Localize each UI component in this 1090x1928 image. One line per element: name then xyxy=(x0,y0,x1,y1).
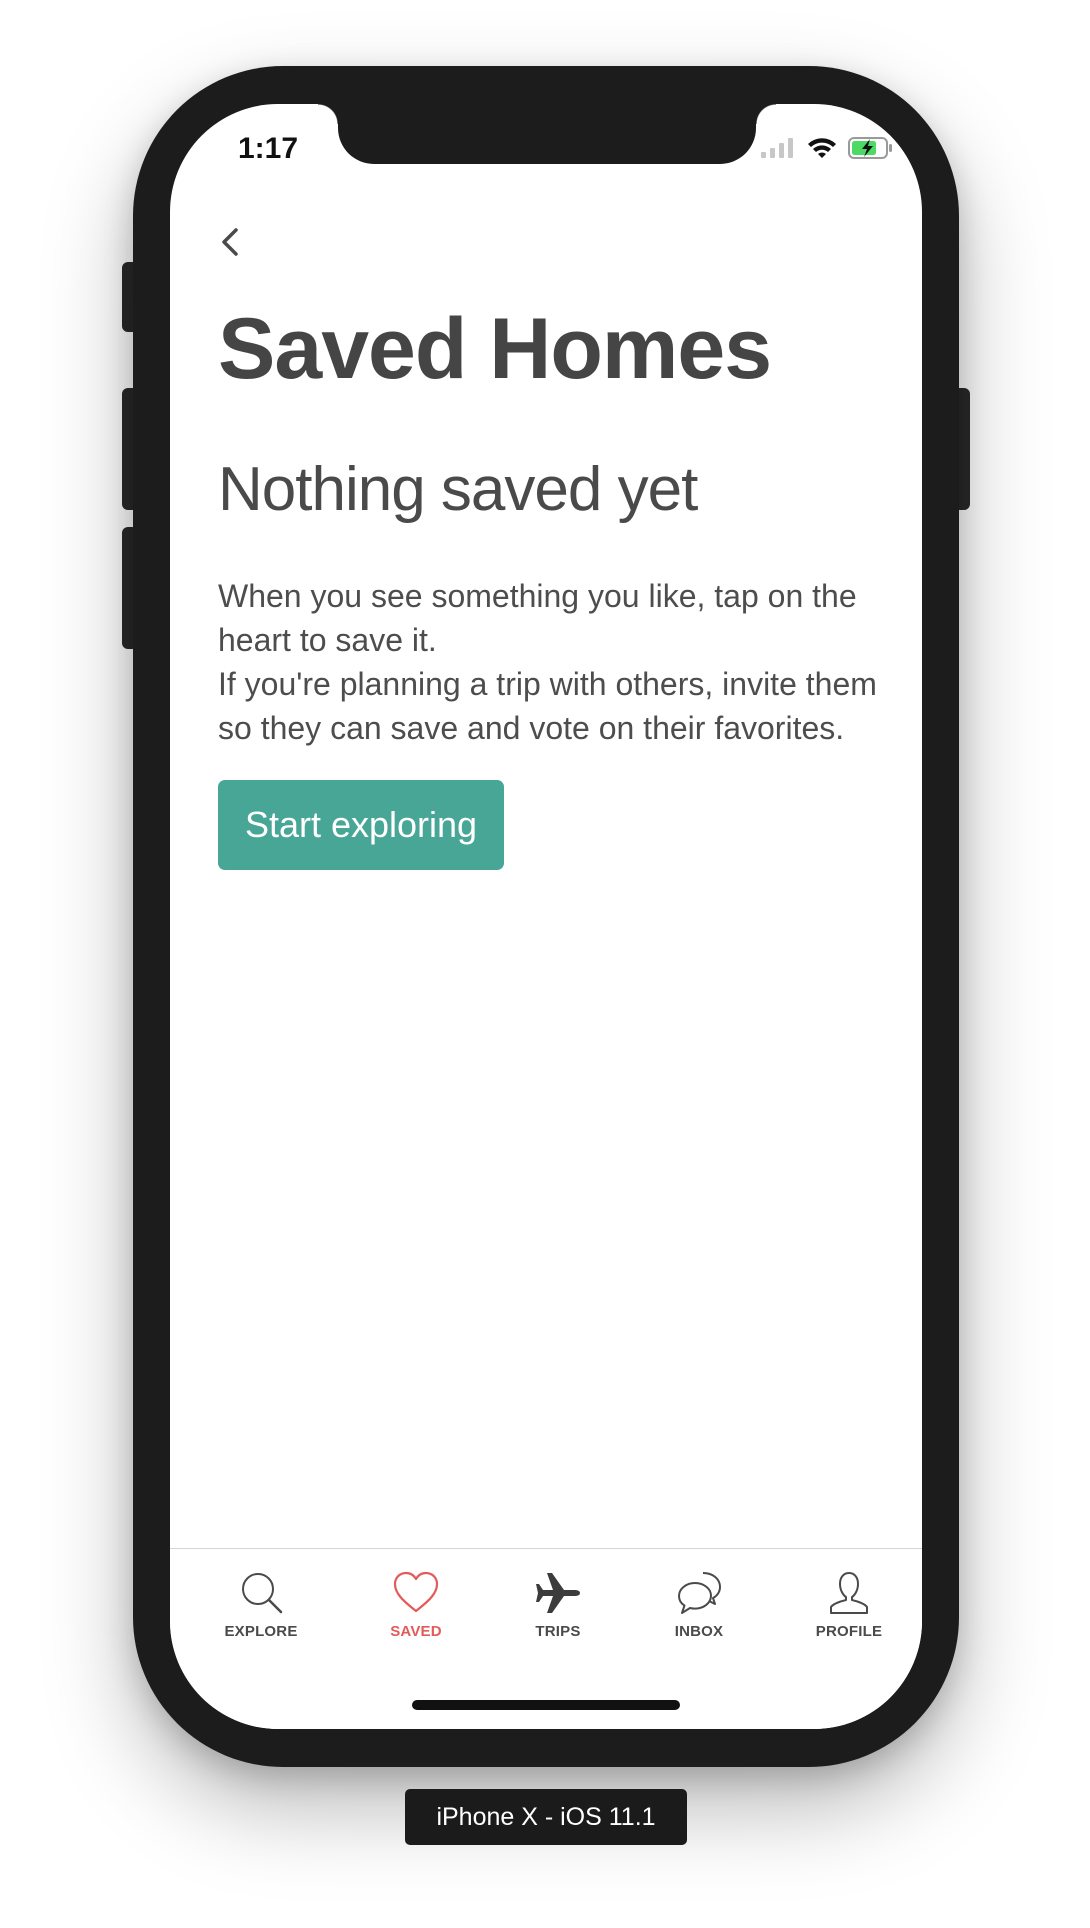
tab-label-profile: PROFILE xyxy=(815,1623,883,1640)
tab-label-inbox: INBOX xyxy=(674,1623,724,1640)
tab-trips[interactable]: TRIPS xyxy=(503,1569,613,1640)
user-icon xyxy=(830,1572,868,1614)
search-icon xyxy=(242,1573,283,1614)
empty-state-description: When you see something you like, tap on … xyxy=(218,574,878,750)
start-exploring-button[interactable]: Start exploring xyxy=(218,780,504,870)
heart-icon xyxy=(393,1571,439,1613)
battery-charging-icon xyxy=(848,137,892,159)
back-button[interactable] xyxy=(210,220,254,264)
page-title: Saved Homes xyxy=(218,301,772,397)
phone-screen: 1:17 Saved Homes Nothing saved yet When … xyxy=(170,104,922,1729)
status-time: 1:17 xyxy=(238,132,299,165)
wifi-icon xyxy=(808,138,836,158)
tab-saved[interactable]: SAVED xyxy=(361,1569,471,1640)
empty-state-heading: Nothing saved yet xyxy=(218,455,698,524)
cellular-signal-icon xyxy=(761,138,793,158)
chevron-left-icon xyxy=(222,228,238,256)
device-label: iPhone X - iOS 11.1 xyxy=(405,1789,687,1845)
status-indicators xyxy=(760,136,894,160)
tab-label-saved: SAVED xyxy=(390,1623,442,1640)
tab-explore[interactable]: EXPLORE xyxy=(206,1569,316,1640)
description-line-2: If you're planning a trip with others, i… xyxy=(218,666,877,746)
tab-inbox[interactable]: INBOX xyxy=(644,1569,754,1640)
notch xyxy=(318,104,776,164)
tab-label-trips: TRIPS xyxy=(535,1623,581,1640)
tab-label-explore: EXPLORE xyxy=(224,1623,298,1640)
home-indicator[interactable] xyxy=(412,1700,680,1710)
simulator-stage: 1:17 Saved Homes Nothing saved yet When … xyxy=(0,0,1090,1928)
description-line-1: When you see something you like, tap on … xyxy=(218,578,857,658)
tab-profile[interactable]: PROFILE xyxy=(794,1569,904,1640)
chat-bubbles-icon xyxy=(678,1572,721,1614)
airplane-icon xyxy=(536,1573,580,1613)
